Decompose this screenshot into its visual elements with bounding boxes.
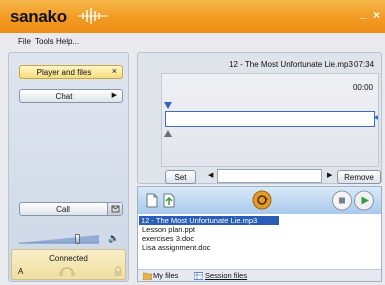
chat-button[interactable]: Chat ▶ xyxy=(19,89,123,103)
list-item[interactable]: 12 - The Most Unfortunate Lie.mp3 xyxy=(139,216,279,225)
volume-thumb[interactable] xyxy=(75,234,80,244)
waveform-track[interactable] xyxy=(165,111,375,127)
menu-tools[interactable]: Tools xyxy=(35,37,54,46)
tab-session-files[interactable]: Session files xyxy=(205,271,247,280)
remove-label: Remove xyxy=(344,173,374,182)
stop-icon[interactable] xyxy=(331,190,353,211)
tab-my-files[interactable]: My files xyxy=(153,271,178,280)
bookmark-prev-icon[interactable]: ◀ xyxy=(208,171,213,179)
close-player-icon[interactable]: × xyxy=(112,66,117,76)
remove-button[interactable]: Remove xyxy=(337,170,381,184)
player-panel: 12 - The Most Unfortunate Lie.mp3 Lesson… xyxy=(137,186,382,282)
menu-file[interactable]: File xyxy=(18,37,31,46)
title-bar: sanako _ × xyxy=(0,0,385,33)
minimize-button[interactable]: _ xyxy=(360,6,367,20)
play-icon[interactable] xyxy=(353,190,375,211)
chat-label: Chat xyxy=(55,92,73,101)
lock-icon xyxy=(114,266,122,276)
connected-label: Connected xyxy=(49,254,88,263)
chevron-right-icon: ▶ xyxy=(111,92,117,99)
file-list: 12 - The Most Unfortunate Lie.mp3 Lesson… xyxy=(138,215,381,269)
track-end-marker-icon: ◀ xyxy=(373,115,378,121)
list-item[interactable]: exercises 3.doc xyxy=(142,234,194,243)
set-button[interactable]: Set xyxy=(165,170,196,184)
bookmark-field[interactable] xyxy=(217,169,322,183)
track-panel: 12 - The Most Unfortunate Lie.mp3 07:34 … xyxy=(137,52,382,184)
session-files-icon xyxy=(194,272,203,280)
headset-icon xyxy=(59,267,75,276)
open-file-icon[interactable] xyxy=(163,193,176,208)
left-panel: Player and files × Chat ▶ Call 🔈 Connect… xyxy=(8,52,129,282)
menu-help[interactable]: Help... xyxy=(56,37,79,46)
track-duration: 07:34 xyxy=(354,60,375,69)
waveform-logo-icon xyxy=(78,8,108,24)
my-files-icon xyxy=(143,272,152,280)
call-label: Call xyxy=(56,205,70,214)
seat-letter: A xyxy=(18,267,24,276)
list-item[interactable]: Lisa assignment.doc xyxy=(142,243,210,252)
end-marker-icon[interactable] xyxy=(164,129,172,137)
repeat-icon[interactable] xyxy=(252,190,272,210)
start-marker-icon[interactable] xyxy=(164,102,172,110)
close-button[interactable]: × xyxy=(373,8,380,22)
list-item[interactable]: Lesson plan.ppt xyxy=(142,225,195,234)
menu-bar: File Tools Help... xyxy=(0,33,385,50)
app-logo: sanako xyxy=(10,7,67,26)
call-options-icon[interactable] xyxy=(107,203,122,215)
bookmark-next-icon[interactable]: ▶ xyxy=(327,171,332,179)
recording-area: 00:00 ◀ xyxy=(161,73,379,167)
call-button[interactable]: Call xyxy=(19,202,123,216)
new-document-icon[interactable] xyxy=(146,193,158,208)
player-and-files-button[interactable]: Player and files × xyxy=(19,65,123,79)
player-toolbar xyxy=(138,187,381,214)
track-title: 12 - The Most Unfortunate Lie.mp3 xyxy=(229,60,353,69)
volume-slider[interactable] xyxy=(19,233,105,245)
position-time: 00:00 xyxy=(352,83,373,92)
speaker-icon[interactable]: 🔈 xyxy=(108,233,119,244)
player-and-files-label: Player and files xyxy=(36,68,92,77)
file-tabs: My files Session files xyxy=(138,269,381,281)
connection-status: Connected A xyxy=(11,249,126,280)
set-label: Set xyxy=(174,173,187,182)
